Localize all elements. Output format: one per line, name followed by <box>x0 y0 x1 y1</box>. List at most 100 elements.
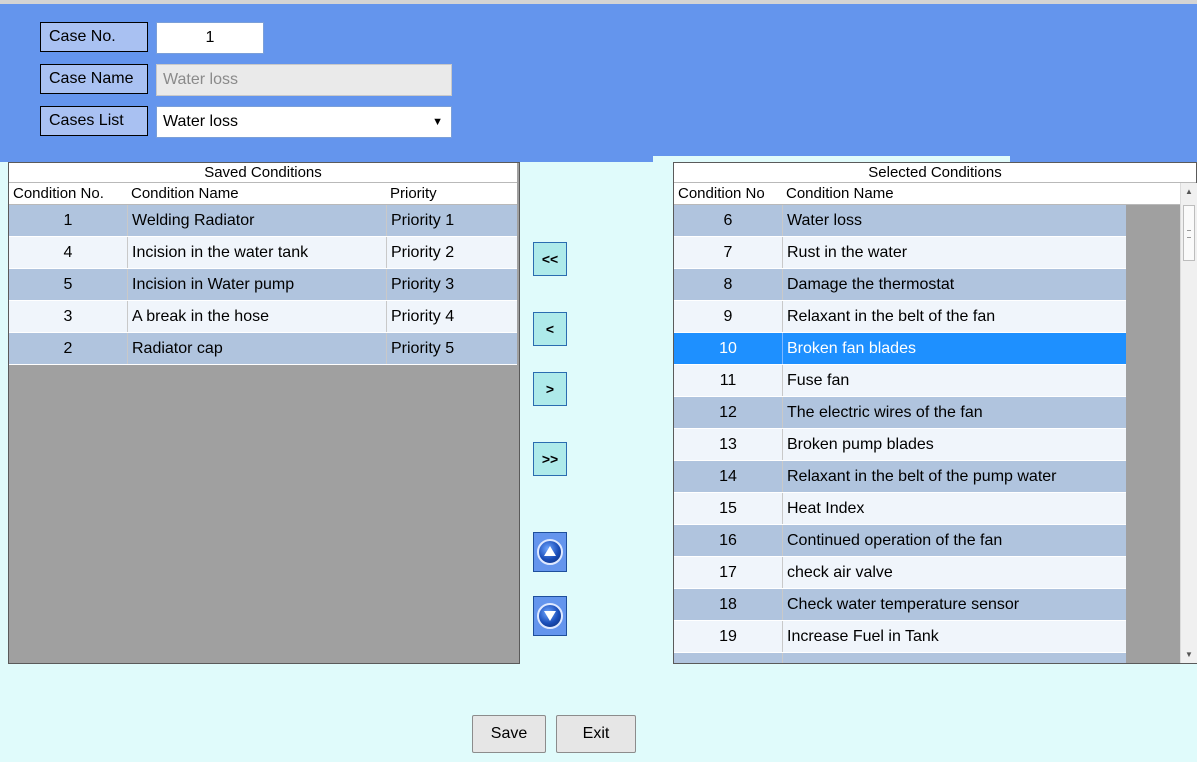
condition-no-cell: 1 <box>63 212 73 229</box>
table-row[interactable]: 3 A break in the hose Priority 4 <box>9 301 517 333</box>
condition-name-cell: Continued operation of the fan <box>782 525 1126 556</box>
cases-list-label: Cases List <box>40 106 148 136</box>
selected-conditions-header: Condition No Condition Name <box>674 183 1196 205</box>
condition-name-cell <box>782 653 1126 663</box>
scroll-up-icon[interactable]: ▲ <box>1181 187 1197 196</box>
condition-no-cell: 12 <box>719 404 737 421</box>
cases-list-value: Water loss <box>163 113 238 130</box>
table-row[interactable]: 1 Welding Radiator Priority 1 <box>9 205 517 237</box>
condition-name-cell: Broken pump blades <box>782 429 1126 460</box>
priority-cell: Priority 2 <box>386 237 522 268</box>
table-row[interactable]: 9 Relaxant in the belt of the fan <box>674 301 1126 333</box>
saved-col-condition-no[interactable]: Condition No. <box>13 183 104 205</box>
condition-no-cell: 5 <box>63 276 73 293</box>
condition-name-cell: Damage the thermostat <box>782 269 1126 300</box>
saved-conditions-grid: Saved Conditions Condition No. Condition… <box>8 162 520 664</box>
arrow-up-circle-icon <box>537 539 563 565</box>
grip-icon <box>1187 230 1191 238</box>
condition-name-cell: The electric wires of the fan <box>782 397 1126 428</box>
table-row[interactable]: 12 The electric wires of the fan <box>674 397 1126 429</box>
condition-name-cell: Relaxant in the belt of the fan <box>782 301 1126 332</box>
table-row-selected[interactable]: 10 Broken fan blades <box>674 333 1126 365</box>
exit-button[interactable]: Exit <box>556 715 636 753</box>
condition-name-cell: Rust in the water <box>782 237 1126 268</box>
selected-conditions-rows: 6 Water loss 7 Rust in the water 8 Damag… <box>674 205 1126 663</box>
table-row[interactable]: 19 Increase Fuel in Tank <box>674 621 1126 653</box>
condition-no-cell: 19 <box>719 628 737 645</box>
condition-no-cell: 13 <box>719 436 737 453</box>
case-no-label: Case No. <box>40 22 148 52</box>
table-row[interactable]: 4 Incision in the water tank Priority 2 <box>9 237 517 269</box>
selected-col-condition-no[interactable]: Condition No <box>678 183 765 205</box>
saved-conditions-header: Condition No. Condition Name Priority <box>9 183 517 205</box>
table-row[interactable]: 5 Incision in Water pump Priority 3 <box>9 269 517 301</box>
move-down-button[interactable] <box>533 596 567 636</box>
table-row-partial[interactable] <box>674 653 1126 663</box>
arrow-down-circle-icon <box>537 603 563 629</box>
selected-conditions-scrollbar[interactable]: ▲ ▼ <box>1180 183 1197 663</box>
scroll-thumb[interactable] <box>1183 205 1195 261</box>
selected-col-condition-name[interactable]: Condition Name <box>786 183 894 205</box>
condition-name-cell: Increase Fuel in Tank <box>782 621 1126 652</box>
condition-name-cell: Broken fan blades <box>782 333 1126 364</box>
saved-col-condition-name[interactable]: Condition Name <box>131 183 239 205</box>
condition-no-cell: 10 <box>719 340 737 357</box>
condition-no-cell: 18 <box>719 596 737 613</box>
condition-no-cell: 15 <box>719 500 737 517</box>
table-row[interactable]: 6 Water loss <box>674 205 1126 237</box>
saved-conditions-rows: 1 Welding Radiator Priority 1 4 Incision… <box>9 205 517 365</box>
condition-no-cell: 4 <box>63 244 73 261</box>
selected-conditions-title: Selected Conditions <box>674 163 1196 183</box>
condition-name-cell: Fuse fan <box>782 365 1126 396</box>
move-all-right-button[interactable]: >> <box>533 442 567 476</box>
move-left-button[interactable]: < <box>533 312 567 346</box>
condition-name-cell: check air valve <box>782 557 1126 588</box>
condition-no-cell: 14 <box>719 468 737 485</box>
case-no-field[interactable]: 1 <box>156 22 264 54</box>
condition-name-cell: Incision in Water pump <box>127 269 390 300</box>
selected-conditions-grid: Selected Conditions Condition No Conditi… <box>673 162 1197 664</box>
condition-no-cell: 11 <box>719 372 737 389</box>
table-row[interactable]: 18 Check water temperature sensor <box>674 589 1126 621</box>
dropdown-arrow-icon[interactable]: ▼ <box>432 107 443 137</box>
move-up-button[interactable] <box>533 532 567 572</box>
table-row[interactable]: 17 check air valve <box>674 557 1126 589</box>
condition-name-cell: Check water temperature sensor <box>782 589 1126 620</box>
condition-no-cell: 17 <box>719 564 737 581</box>
move-all-left-button[interactable]: << <box>533 242 567 276</box>
table-row[interactable]: 8 Damage the thermostat <box>674 269 1126 301</box>
case-name-label: Case Name <box>40 64 148 94</box>
priority-cell: Priority 5 <box>386 333 522 364</box>
table-row[interactable]: 11 Fuse fan <box>674 365 1126 397</box>
condition-no-cell: 16 <box>719 532 737 549</box>
condition-no-cell: 2 <box>63 340 73 357</box>
save-button[interactable]: Save <box>472 715 546 753</box>
move-right-button[interactable]: > <box>533 372 567 406</box>
condition-name-cell: Incision in the water tank <box>127 237 390 268</box>
condition-no-cell: 6 <box>723 212 733 229</box>
cases-list-dropdown[interactable]: Water loss ▼ <box>156 106 452 138</box>
condition-no-cell: 8 <box>723 276 733 293</box>
priority-cell: Priority 4 <box>386 301 522 332</box>
case-header-panel: Case No. 1 Case Name Water loss Cases Li… <box>0 4 1197 156</box>
priority-cell: Priority 1 <box>386 205 522 236</box>
table-row[interactable]: 14 Relaxant in the belt of the pump wate… <box>674 461 1126 493</box>
condition-name-cell: Welding Radiator <box>127 205 390 236</box>
condition-name-cell: Relaxant in the belt of the pump water <box>782 461 1126 492</box>
scroll-down-icon[interactable]: ▼ <box>1181 650 1197 659</box>
table-row[interactable]: 2 Radiator cap Priority 5 <box>9 333 517 365</box>
condition-no-cell: 3 <box>63 308 73 325</box>
table-row[interactable]: 16 Continued operation of the fan <box>674 525 1126 557</box>
table-row[interactable]: 15 Heat Index <box>674 493 1126 525</box>
case-name-field[interactable]: Water loss <box>156 64 452 96</box>
priority-cell: Priority 3 <box>386 269 522 300</box>
condition-no-cell: 7 <box>723 244 733 261</box>
condition-name-cell: Radiator cap <box>127 333 390 364</box>
condition-name-cell: Water loss <box>782 205 1126 236</box>
table-row[interactable]: 7 Rust in the water <box>674 237 1126 269</box>
saved-col-priority[interactable]: Priority <box>390 183 437 205</box>
condition-name-cell: A break in the hose <box>127 301 390 332</box>
condition-no-cell: 9 <box>723 308 733 325</box>
table-row[interactable]: 13 Broken pump blades <box>674 429 1126 461</box>
condition-name-cell: Heat Index <box>782 493 1126 524</box>
